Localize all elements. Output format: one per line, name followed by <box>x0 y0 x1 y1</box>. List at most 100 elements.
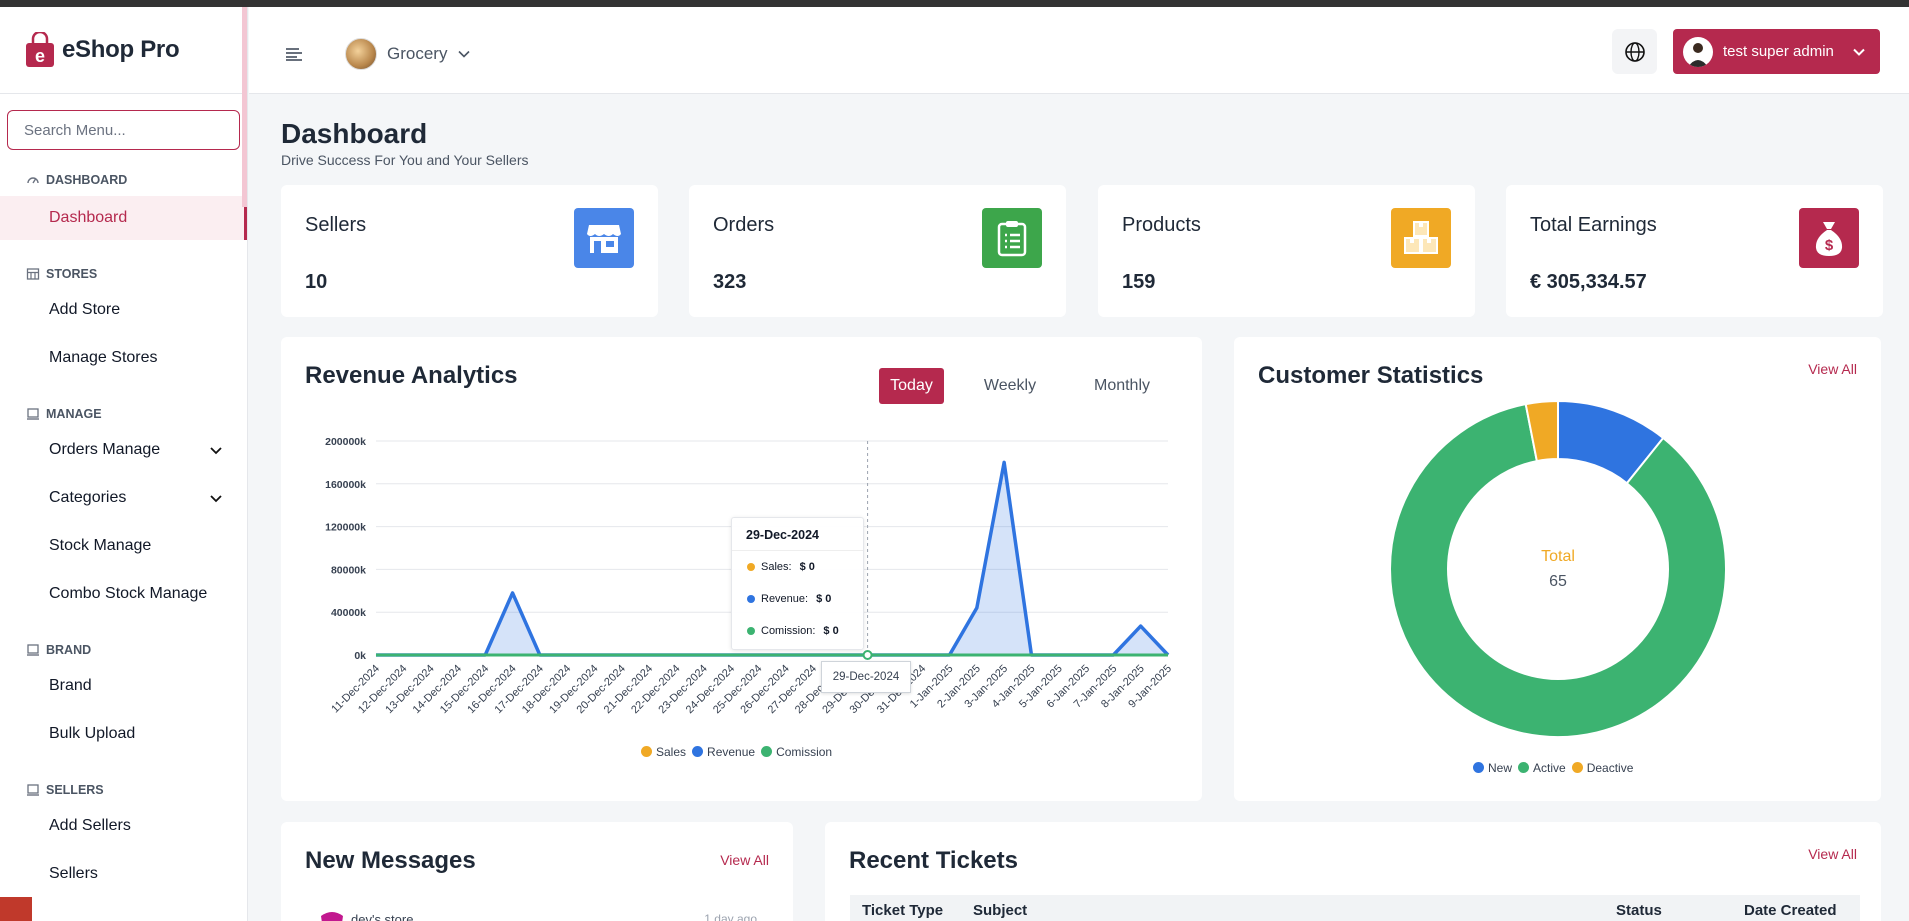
laptop-icon <box>27 408 39 420</box>
range-today-button[interactable]: Today <box>879 368 944 404</box>
shopping-bag-logo-icon: e <box>26 32 54 67</box>
customer-legend: New Active Deactive <box>1473 761 1633 775</box>
donut-center-value: 65 <box>1549 573 1567 590</box>
message-item[interactable]: dev's store 1 day ago <box>317 910 757 921</box>
column-header[interactable]: Status <box>1616 902 1662 919</box>
tickets-table-header: Ticket Type Subject Status Date Created <box>850 895 1860 921</box>
window-top-strip <box>0 0 1909 7</box>
legend-item-deactive[interactable]: Deactive <box>1571 761 1633 775</box>
section-brand: BRAND <box>0 640 247 660</box>
chevron-down-icon <box>210 447 222 455</box>
message-sender: dev's store <box>351 912 414 921</box>
svg-text:e: e <box>35 46 45 66</box>
sidebar-item-dashboard[interactable]: Dashboard <box>0 196 247 240</box>
debugbar-icon[interactable] <box>0 897 32 921</box>
column-header[interactable]: Ticket Type <box>862 902 943 919</box>
sidebar-scrollbar[interactable] <box>242 7 247 207</box>
sidebar-item-manage-stores[interactable]: Manage Stores <box>0 336 247 380</box>
menu-search-input[interactable] <box>7 110 240 150</box>
stat-card-products[interactable]: Products 159 <box>1098 185 1475 317</box>
chevron-down-icon <box>210 495 222 503</box>
revenue-legend: Sales Revenue Comission <box>641 745 832 759</box>
store-avatar-icon <box>321 912 343 921</box>
tooltip-date: 29-Dec-2024 <box>732 518 863 551</box>
user-name: test super admin <box>1723 43 1834 60</box>
laptop-icon <box>27 644 39 656</box>
section-stores: STORES <box>0 264 247 284</box>
sidebar-item-brand[interactable]: Brand <box>0 664 247 708</box>
panel-title: Customer Statistics <box>1258 362 1484 389</box>
y-tick-label: 200000k <box>325 436 366 448</box>
stat-value: 10 <box>305 271 328 293</box>
y-tick-label: 40000k <box>331 607 366 619</box>
stat-value: 159 <box>1122 271 1156 293</box>
sidebar-item-combo-stock-manage[interactable]: Combo Stock Manage <box>0 572 247 616</box>
user-menu-button[interactable]: test super admin <box>1673 29 1880 74</box>
column-header[interactable]: Subject <box>973 902 1027 919</box>
hover-marker <box>862 650 873 660</box>
sidebar: e eShop Pro DASHBOARD Dashboard STORES A… <box>0 7 248 921</box>
sidebar-item-add-sellers[interactable]: Add Sellers <box>0 804 247 848</box>
stat-card-sellers[interactable]: Sellers 10 <box>281 185 658 317</box>
view-all-link[interactable]: View All <box>1808 846 1857 862</box>
panel-title: New Messages <box>305 847 476 874</box>
new-messages-panel: New Messages View All dev's store 1 day … <box>281 822 793 921</box>
section-dashboard: DASHBOARD <box>0 170 247 190</box>
stat-value: € 305,334.57 <box>1530 271 1647 293</box>
gauge-icon <box>27 177 39 184</box>
tooltip-row-comission: Comission: $ 0 <box>732 615 863 647</box>
page-title: Dashboard <box>281 118 428 149</box>
stat-label: Total Earnings <box>1530 214 1657 236</box>
money-bag-icon: $ <box>1799 208 1859 268</box>
column-header[interactable]: Date Created <box>1744 902 1837 919</box>
laptop-icon <box>27 784 39 796</box>
legend-item-active[interactable]: Active <box>1518 761 1566 775</box>
sidebar-item-stock-manage[interactable]: Stock Manage <box>0 524 247 568</box>
donut-center: Total 65 <box>1498 548 1618 591</box>
sidebar-item-orders-manage[interactable]: Orders Manage <box>0 428 247 472</box>
y-tick-label: 160000k <box>325 479 366 491</box>
boxes-icon <box>1391 208 1451 268</box>
stat-card-orders[interactable]: Orders 323 <box>689 185 1066 317</box>
panel-title: Recent Tickets <box>849 847 1018 874</box>
legend-item-revenue[interactable]: Revenue <box>692 745 755 759</box>
section-manage: MANAGE <box>0 404 247 424</box>
panel-title: Revenue Analytics <box>305 362 518 389</box>
stat-card-total-earnings[interactable]: Total Earnings € 305,334.57 $ <box>1506 185 1883 317</box>
legend-item-comission[interactable]: Comission <box>761 745 832 759</box>
stat-label: Products <box>1122 214 1201 236</box>
clipboard-icon <box>982 208 1042 268</box>
sidebar-item-sellers[interactable]: Sellers <box>0 852 247 896</box>
message-time: 1 day ago <box>704 912 757 921</box>
donut-center-label: Total <box>1541 548 1575 565</box>
store-icon <box>26 268 40 280</box>
x-axis-tooltip: 29-Dec-2024 <box>821 661 911 693</box>
language-button[interactable] <box>1612 29 1657 74</box>
store-name: Grocery <box>387 44 448 63</box>
range-monthly-button[interactable]: Monthly <box>1082 368 1162 404</box>
store-selector[interactable]: Grocery <box>345 38 471 70</box>
globe-icon <box>1624 41 1645 62</box>
tooltip-row-revenue: Revenue: $ 0 <box>732 583 863 615</box>
view-all-link[interactable]: View All <box>1808 361 1857 377</box>
y-tick-label: 120000k <box>325 522 366 534</box>
sidebar-item-bulk-upload[interactable]: Bulk Upload <box>0 712 247 756</box>
view-all-link[interactable]: View All <box>720 852 769 868</box>
range-weekly-button[interactable]: Weekly <box>974 368 1046 404</box>
legend-item-sales[interactable]: Sales <box>641 745 686 759</box>
tooltip-row-sales: Sales: $ 0 <box>732 551 863 583</box>
menu-toggle-icon[interactable] <box>285 47 303 61</box>
section-sellers: SELLERS <box>0 780 247 800</box>
chevron-down-icon <box>458 50 471 58</box>
y-tick-label: 80000k <box>331 564 366 576</box>
topbar: Grocery test super admin <box>249 7 1909 94</box>
sidebar-item-add-store[interactable]: Add Store <box>0 288 247 332</box>
sidebar-item-categories[interactable]: Categories <box>0 476 247 520</box>
legend-item-new[interactable]: New <box>1473 761 1512 775</box>
store-icon <box>574 208 634 268</box>
page-subtitle: Drive Success For You and Your Sellers <box>281 152 529 168</box>
store-avatar <box>345 38 377 70</box>
brand[interactable]: e eShop Pro <box>0 7 247 94</box>
chevron-down-icon <box>1853 48 1865 56</box>
app-name: eShop Pro <box>62 36 180 63</box>
